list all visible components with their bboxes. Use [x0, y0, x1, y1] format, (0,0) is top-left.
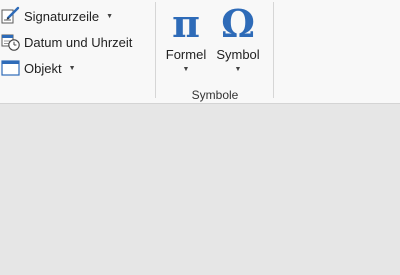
- date-time-icon: [0, 32, 22, 52]
- group-divider: [155, 2, 156, 98]
- document-area: [0, 104, 400, 275]
- signature-line-icon: [0, 6, 22, 26]
- symbol-button[interactable]: Ω Symbol ▼: [213, 1, 263, 74]
- group-divider: [273, 2, 274, 98]
- signature-line-label: Signaturzeile: [24, 8, 100, 24]
- formula-button[interactable]: π Formel ▼: [163, 1, 209, 74]
- signature-line-button[interactable]: Signaturzeile ▼: [0, 6, 113, 26]
- date-time-button[interactable]: Datum und Uhrzeit: [0, 32, 132, 52]
- object-icon: [0, 58, 22, 78]
- symbols-group-label: Symbole: [191, 88, 239, 102]
- symbol-label: Symbol: [216, 47, 260, 62]
- chevron-down-icon[interactable]: ▼: [183, 66, 190, 73]
- chevron-down-icon[interactable]: ▼: [106, 13, 113, 20]
- chevron-down-icon[interactable]: ▼: [235, 66, 242, 73]
- object-button[interactable]: Objekt ▼: [0, 58, 76, 78]
- symbol-icon: Ω: [221, 1, 255, 46]
- formula-icon: π: [172, 1, 200, 46]
- date-time-label: Datum und Uhrzeit: [24, 34, 133, 50]
- ribbon-panel: Signaturzeile ▼ Datum und Uhrzeit Objekt: [0, 0, 400, 104]
- object-label: Objekt: [24, 60, 62, 76]
- formula-label: Formel: [165, 47, 207, 62]
- chevron-down-icon[interactable]: ▼: [69, 65, 76, 72]
